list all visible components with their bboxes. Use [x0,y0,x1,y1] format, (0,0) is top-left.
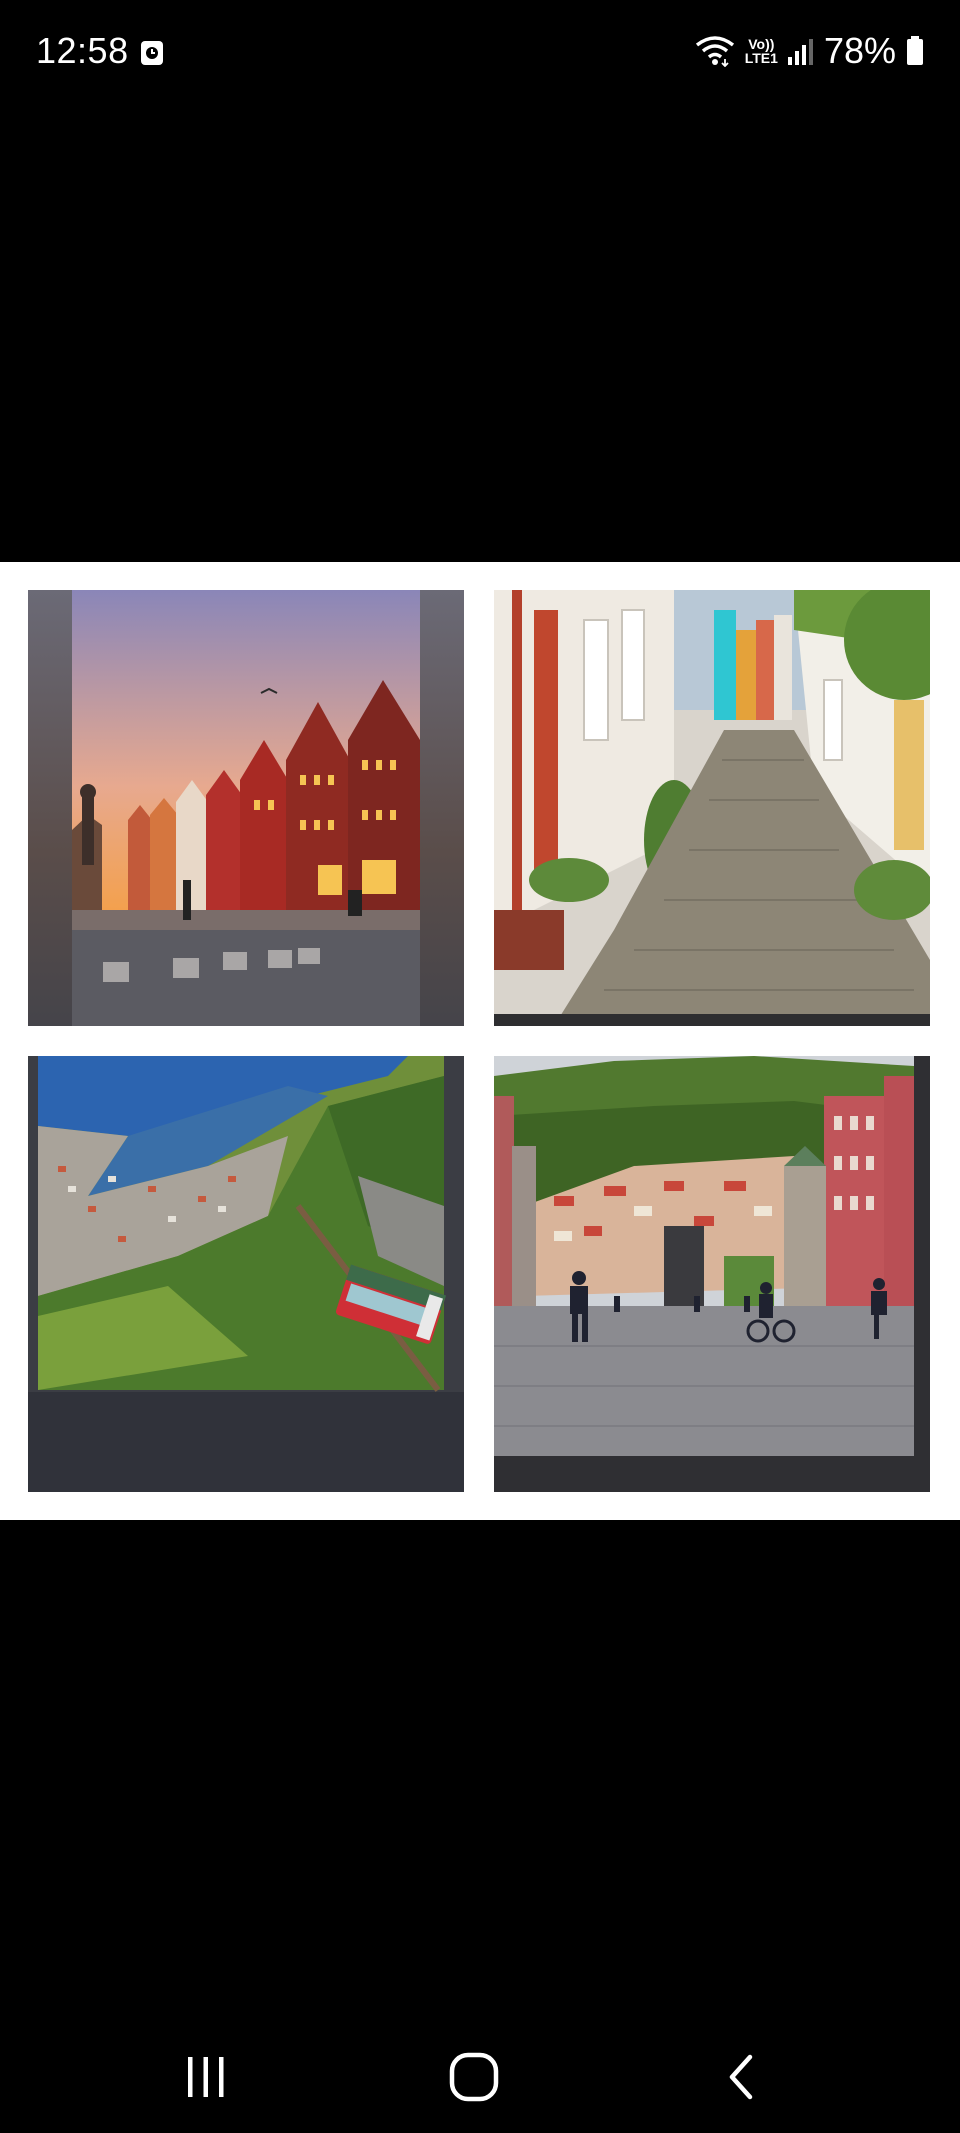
lte-label: LTE1 [744,50,778,66]
status-bar: 12:58 Vo)) LTE1 78% [0,0,960,110]
home-icon [449,2052,499,2102]
signal-icon [787,39,813,65]
recents-button[interactable] [166,2042,246,2112]
volte-icon: Vo)) LTE1 [745,37,778,65]
gallery-image-funicular-view[interactable] [28,1056,464,1492]
back-icon [729,2054,753,2100]
gallery-image-cobblestone-alley[interactable] [494,590,930,1026]
clock: 12:58 [36,30,129,71]
image-grid [0,562,960,1520]
gallery-image-city-square[interactable] [494,1056,930,1492]
gallery-image-waterfront-houses[interactable] [28,590,464,1026]
battery-percent: 78% [823,30,896,71]
volte-label: Vo)) [748,36,775,52]
alarm-notification-icon [141,41,163,65]
back-button[interactable] [702,2042,782,2112]
navigation-bar [0,2010,960,2133]
battery-icon [907,36,923,65]
recents-icon [188,2057,224,2097]
wifi-icon [695,36,734,67]
home-button[interactable] [434,2042,514,2112]
system-status-icons: Vo)) LTE1 78% [695,28,924,74]
